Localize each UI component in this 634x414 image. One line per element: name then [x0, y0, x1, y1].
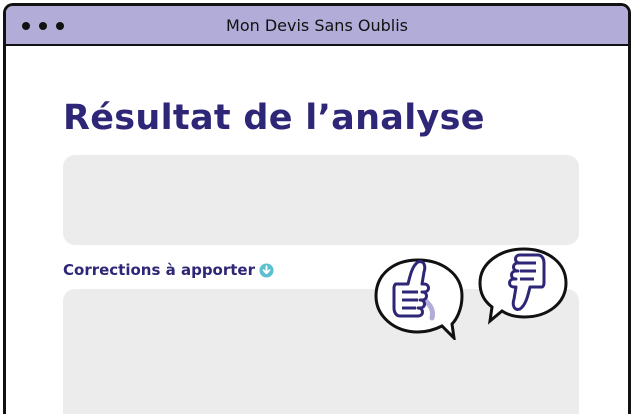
- app-window: Mon Devis Sans Oublis Résultat de l’anal…: [3, 3, 631, 414]
- analysis-summary-panel: [63, 155, 579, 245]
- thumbs-down-icon[interactable]: [474, 243, 570, 329]
- window-title: Mon Devis Sans Oublis: [226, 16, 408, 35]
- page-title: Résultat de l’analyse: [63, 98, 485, 138]
- thumbs-up-icon[interactable]: [372, 254, 468, 340]
- corrections-section-header[interactable]: Corrections à apporter: [63, 261, 274, 279]
- corrections-label: Corrections à apporter: [63, 261, 256, 279]
- arrow-down-circle-icon[interactable]: [259, 262, 274, 278]
- title-bar: Mon Devis Sans Oublis: [6, 6, 628, 46]
